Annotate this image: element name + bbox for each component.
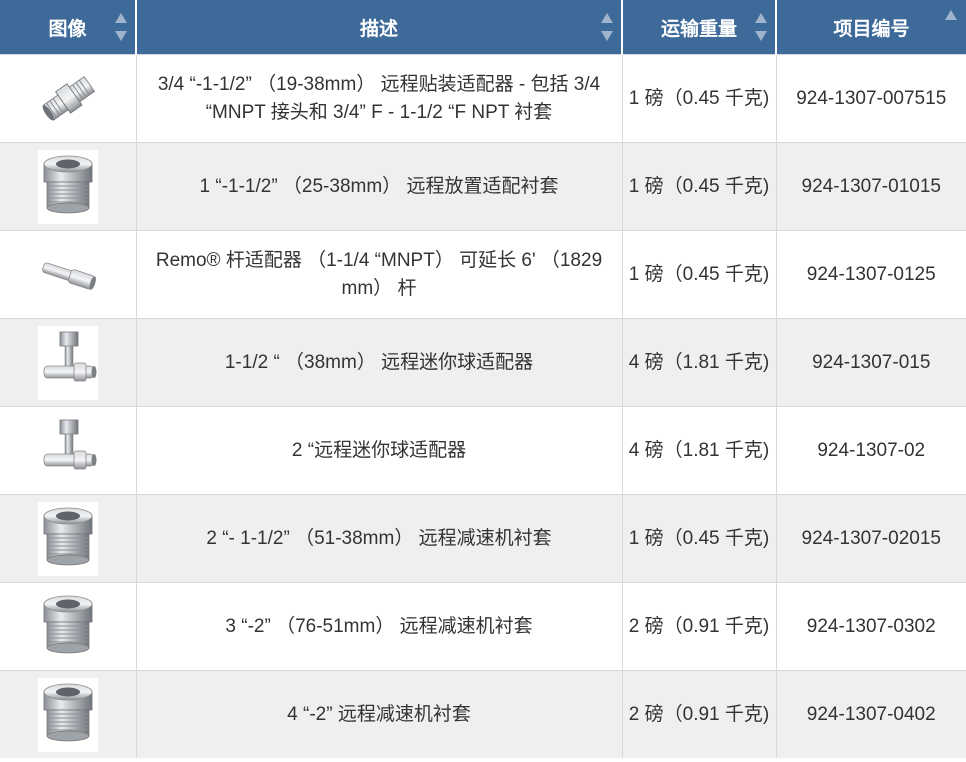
hex-bushing-icon	[43, 507, 93, 565]
column-header-image[interactable]: 图像	[0, 0, 137, 55]
product-sku-link[interactable]: 924-1307-0302	[807, 616, 936, 637]
sort-both-icon[interactable]	[115, 13, 127, 41]
product-image-cell	[0, 582, 136, 671]
product-description: 3/4 “-1-1/2” （19-38mm） 远程贴装适配器 - 包括 3/4 …	[135, 54, 622, 143]
product-sku-link[interactable]: 924-1307-007515	[796, 88, 946, 109]
product-table: 图像 描述 运输重量 项目编号 3/4 “-1-1/2” （19-38mm） 远…	[0, 0, 966, 758]
product-sku-link[interactable]: 924-1307-02	[817, 440, 925, 461]
product-image-cell	[0, 230, 136, 319]
product-thumbnail[interactable]	[37, 589, 98, 664]
product-image-cell	[0, 54, 136, 143]
product-description: 2 “远程迷你球适配器	[135, 406, 622, 495]
product-image-cell	[0, 318, 136, 407]
table-row: 2 “- 1-1/2” （51-38mm） 远程减速机衬套 1 磅（0.45 千…	[0, 494, 966, 583]
product-weight: 1 磅（0.45 千克)	[621, 54, 776, 143]
product-sku-cell: 924-1307-01015	[775, 142, 966, 231]
product-image-cell	[0, 406, 136, 495]
product-description: 3 “-2” （76-51mm） 远程减速机衬套	[135, 582, 622, 671]
product-thumbnail[interactable]	[37, 237, 98, 312]
table-header-row: 图像 描述 运输重量 项目编号	[0, 0, 966, 55]
product-image-cell	[0, 142, 136, 231]
pipe-rod-icon	[41, 262, 96, 290]
sort-both-icon[interactable]	[601, 13, 613, 41]
product-sku-link[interactable]: 924-1307-015	[812, 352, 930, 373]
product-sku-cell: 924-1307-015	[775, 318, 966, 407]
hex-bushing-icon	[43, 155, 93, 213]
product-image-cell	[0, 494, 136, 583]
sort-ascending-icon[interactable]	[945, 10, 957, 20]
product-weight: 1 磅（0.45 千克)	[621, 494, 776, 583]
column-header-label: 图像	[48, 17, 87, 40]
table-row: 3 “-2” （76-51mm） 远程减速机衬套 2 磅（0.91 千克) 92…	[0, 582, 966, 671]
product-thumbnail[interactable]	[37, 677, 98, 752]
tee-ball-adapter-icon	[43, 331, 97, 381]
product-description: 2 “- 1-1/2” （51-38mm） 远程减速机衬套	[135, 494, 622, 583]
product-thumbnail[interactable]	[37, 413, 98, 488]
hex-nipple-fitting-icon	[42, 75, 95, 121]
column-header-description[interactable]: 描述	[136, 0, 623, 55]
product-image-cell	[0, 670, 136, 758]
product-sku-cell: 924-1307-02015	[775, 494, 966, 583]
hex-bushing-icon	[43, 595, 93, 653]
product-description: 1 “-1-1/2” （25-38mm） 远程放置适配衬套	[135, 142, 622, 231]
product-sku-link[interactable]: 924-1307-0402	[807, 704, 936, 725]
tee-ball-adapter-icon	[43, 419, 97, 469]
table-row: 4 “-2” 远程减速机衬套 2 磅（0.91 千克) 924-1307-040…	[0, 670, 966, 758]
product-sku-cell: 924-1307-0402	[775, 670, 966, 758]
product-thumbnail[interactable]	[37, 325, 98, 400]
table-row: 3/4 “-1-1/2” （19-38mm） 远程贴装适配器 - 包括 3/4 …	[0, 54, 966, 143]
product-sku-link[interactable]: 924-1307-02015	[802, 528, 941, 549]
product-sku-cell: 924-1307-007515	[775, 54, 966, 143]
product-description: Remo® 杆适配器 （1-1/4 “MNPT） 可延长 6' （1829 mm…	[135, 230, 622, 319]
product-weight: 2 磅（0.91 千克)	[621, 582, 776, 671]
table-row: Remo® 杆适配器 （1-1/4 “MNPT） 可延长 6' （1829 mm…	[0, 230, 966, 319]
product-sku-link[interactable]: 924-1307-01015	[802, 176, 941, 197]
hex-bushing-icon	[43, 683, 93, 741]
product-thumbnail[interactable]	[37, 61, 98, 136]
product-weight: 2 磅（0.91 千克)	[621, 670, 776, 758]
column-header-label: 运输重量	[660, 17, 737, 40]
product-thumbnail[interactable]	[37, 149, 98, 224]
product-thumbnail[interactable]	[37, 501, 98, 576]
column-header-label: 描述	[359, 17, 398, 40]
product-weight: 4 磅（1.81 千克)	[621, 406, 776, 495]
product-weight: 1 磅（0.45 千克)	[621, 230, 776, 319]
product-sku-link[interactable]: 924-1307-0125	[807, 264, 936, 285]
product-weight: 1 磅（0.45 千克)	[621, 142, 776, 231]
product-weight: 4 磅（1.81 千克)	[621, 318, 776, 407]
column-header-shipping-weight[interactable]: 运输重量	[622, 0, 777, 55]
product-sku-cell: 924-1307-02	[775, 406, 966, 495]
table-row: 2 “远程迷你球适配器 4 磅（1.81 千克) 924-1307-02	[0, 406, 966, 495]
product-sku-cell: 924-1307-0125	[775, 230, 966, 319]
product-sku-cell: 924-1307-0302	[775, 582, 966, 671]
sort-both-icon[interactable]	[755, 13, 767, 41]
column-header-label: 项目编号	[833, 17, 910, 40]
product-description: 1-1/2 “ （38mm） 远程迷你球适配器	[135, 318, 622, 407]
table-row: 1 “-1-1/2” （25-38mm） 远程放置适配衬套 1 磅（0.45 千…	[0, 142, 966, 231]
column-header-item-number[interactable]: 项目编号	[776, 0, 966, 55]
table-row: 1-1/2 “ （38mm） 远程迷你球适配器 4 磅（1.81 千克) 924…	[0, 318, 966, 407]
product-description: 4 “-2” 远程减速机衬套	[135, 670, 622, 758]
